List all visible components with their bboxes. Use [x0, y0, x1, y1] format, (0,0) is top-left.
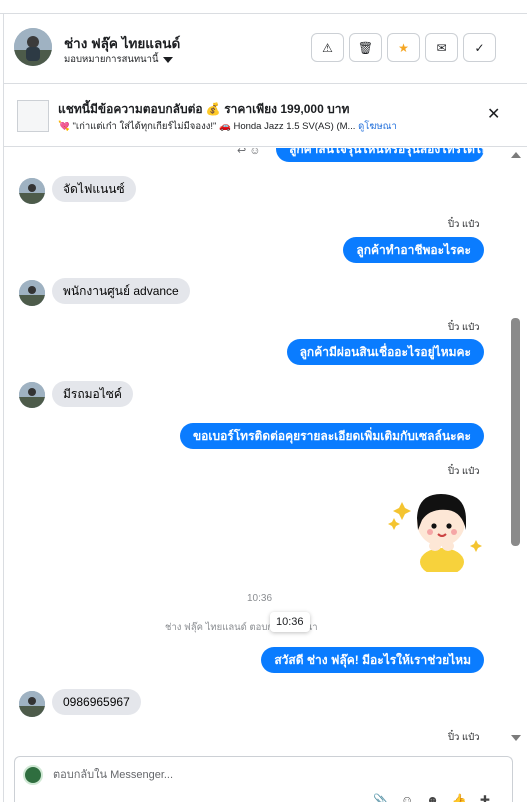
assign-label: มอบหมายการสนทนานี้ [64, 54, 159, 65]
sender-label: ปิ๋ว แป๋ว [448, 322, 480, 333]
sender-label: ปิ๋ว แป๋ว [448, 732, 480, 743]
report-button[interactable]: ⚠ [311, 33, 344, 62]
message-thread[interactable]: ↩ ☺ ลูกค้าสนใจรุ่นไหนหรือรุ่นลองโทรได้ไห… [4, 148, 509, 754]
mark-unread-button[interactable]: ✉ [425, 33, 458, 62]
ad-banner-title: แชทนี้มีข้อความตอบกลับต่อ 💰 ราคาเพียง 19… [58, 102, 350, 116]
sticker-icon[interactable]: ☻ [426, 793, 439, 802]
ad-description: 💘 "เก่าแต่เก๋า ใส่ได้ทุกเกียร์ไม่มีจองง!… [58, 121, 356, 132]
ad-banner-subtitle: 💘 "เก่าแต่เก๋า ใส่ได้ทุกเกียร์ไม่มีจองง!… [58, 119, 397, 134]
contact-name: ช่าง ฟลุ๊ค ไทยแลนด์ [64, 36, 181, 51]
message-bubble-out[interactable]: ลูกค้าสนใจรุ่นไหนหรือรุ่นลองโทรได้ไหมคะ [276, 148, 484, 162]
ad-thumbnail[interactable] [17, 100, 49, 132]
star-button[interactable]: ★ [387, 33, 420, 62]
message-bubble-out[interactable]: ลูกค้ามีผ่อนสินเชื่ออะไรอยู่ไหมคะ [286, 339, 484, 365]
delete-button[interactable]: 🗑 [349, 33, 382, 62]
message-bubble-in[interactable]: มีรถมอไซค์ [52, 381, 133, 407]
sender-label: ปิ๋ว แป๋ว [448, 466, 480, 477]
trash-icon: 🗑 [357, 40, 374, 55]
message-bubble-out[interactable]: สวัสดี ช่าง ฟลุ๊ค! มีอะไรให้เราช่วยไหม [261, 647, 484, 673]
view-ad-link[interactable]: ดูโฆษณา [358, 121, 397, 132]
message-bubble-in[interactable]: พนักงานศูนย์ advance [52, 278, 190, 304]
page-avatar [23, 765, 43, 785]
ad-reply-banner: แชทนี้มีข้อความตอบกลับต่อ 💰 ราคาเพียง 19… [4, 85, 527, 147]
message-bubble-out[interactable]: ขอเบอร์โทรติดต่อคุยรายละเอียดเพิ่มเติมกั… [179, 423, 484, 449]
like-icon[interactable]: 👍 [452, 793, 467, 802]
message-bubble-in[interactable]: จัดไฟแนนซ์ [52, 176, 136, 202]
close-icon[interactable]: ✕ [487, 107, 500, 123]
contact-avatar-small [19, 691, 45, 717]
alert-icon: ⚠ [322, 40, 333, 55]
reply-input[interactable] [53, 765, 493, 785]
message-timestamp: 10:36 [247, 593, 273, 604]
sender-label: ปิ๋ว แป๋ว [448, 219, 480, 230]
reply-composer: 📎 ☺ ☻ 👍 ✚ [14, 756, 513, 802]
scroll-up-arrow-icon[interactable] [511, 152, 521, 158]
mail-icon: ✉ [436, 40, 447, 55]
attach-icon[interactable]: 📎 [373, 793, 388, 802]
conversation-header: ช่าง ฟลุ๊ค ไทยแลนด์ มอบหมายการสนทนานี้ ⚠… [4, 14, 527, 84]
caret-down-icon [162, 56, 173, 63]
assign-conversation-dropdown[interactable]: มอบหมายการสนทนานี้ [64, 52, 173, 67]
mark-done-button[interactable]: ✓ [463, 33, 496, 62]
reply-react-icons[interactable]: ↩ ☺ [237, 148, 261, 157]
scrollbar-thumb[interactable] [511, 318, 520, 546]
contact-avatar-small [19, 280, 45, 306]
message-bubble-out[interactable]: ลูกค้าทำอาชีพอะไรคะ [343, 237, 484, 263]
message-bubble-in[interactable]: 0986965967 [52, 689, 141, 715]
window-top-bar [0, 0, 527, 14]
header-actions: ⚠ 🗑 ★ ✉ ✓ [311, 33, 496, 62]
star-icon: ★ [398, 40, 409, 55]
scroll-down-arrow-icon[interactable] [511, 735, 521, 741]
sticker-girl[interactable] [388, 482, 484, 576]
emoji-icon[interactable]: ☺ [401, 793, 413, 802]
time-tooltip: 10:36 [270, 612, 310, 632]
contact-avatar-small [19, 178, 45, 204]
contact-avatar[interactable] [14, 28, 52, 66]
more-icon[interactable]: ✚ [480, 793, 490, 802]
check-icon: ✓ [474, 40, 485, 55]
composer-tools: 📎 ☺ ☻ 👍 ✚ [373, 793, 490, 802]
contact-avatar-small [19, 382, 45, 408]
